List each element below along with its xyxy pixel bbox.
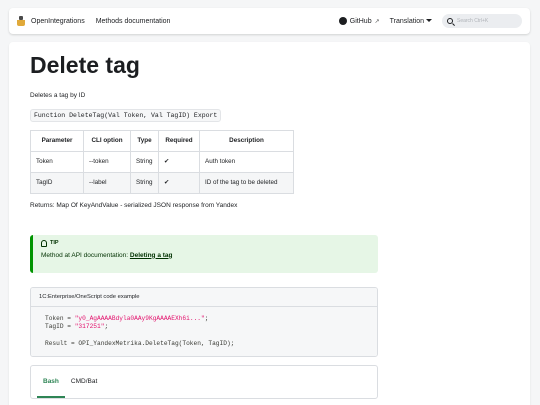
page-description: Deletes a tag by ID xyxy=(30,91,86,99)
table-header: Parameter xyxy=(30,129,84,152)
translation-dropdown[interactable]: Translation xyxy=(390,18,432,25)
table-cell: TagID xyxy=(30,171,84,194)
tab-bash[interactable]: Bash xyxy=(37,366,65,399)
code-punct: = xyxy=(63,322,75,330)
table-row: TagID --label String ✔ ID of the tag to … xyxy=(30,171,294,194)
search-icon xyxy=(447,18,453,24)
caret-down-icon xyxy=(426,19,432,23)
code-tagid-string: "317251" xyxy=(74,322,105,330)
table-row: Token --token String ✔ Auth token xyxy=(30,150,294,173)
table-header: Required xyxy=(158,129,200,152)
code-punct: ; xyxy=(204,314,209,322)
required-check: ✔ xyxy=(158,150,200,173)
main-content: Delete tag Deletes a tag by ID Function … xyxy=(9,42,530,405)
logo-icon xyxy=(17,16,25,26)
api-doc-link[interactable]: Deleting a tag xyxy=(130,252,173,259)
returns-text: Returns: Map Of KeyAndValue - serialized… xyxy=(30,201,238,209)
external-link-icon: ↗ xyxy=(374,18,380,25)
parameters-table: Parameter CLI option Type Required Descr… xyxy=(30,129,294,194)
code-example-block: 1C:Enterprise/OneScript code example Tok… xyxy=(30,286,378,358)
table-cell: Auth token xyxy=(199,150,294,173)
table-cell: Token xyxy=(30,150,84,173)
table-cell: --label xyxy=(83,171,131,194)
github-icon xyxy=(338,17,347,25)
search-input[interactable] xyxy=(457,18,517,24)
code-token-var: Token xyxy=(45,314,64,322)
table-cell: ID of the tag to be deleted xyxy=(199,171,294,194)
tip-admonition: TIP Method at API documentation: Deletin… xyxy=(30,234,378,273)
code-result-line: Result = OPI_YandexMetrika.DeleteTag(Tok… xyxy=(45,339,235,347)
brand-name: OpenIntegrations xyxy=(31,17,85,25)
code-punct: = xyxy=(63,314,75,322)
code-block-title: 1C:Enterprise/OneScript code example xyxy=(31,287,377,307)
table-header: Type xyxy=(130,129,159,152)
required-check: ✔ xyxy=(158,171,200,194)
code-punct: ; xyxy=(104,322,109,330)
table-cell: String xyxy=(130,150,159,173)
table-header: CLI option xyxy=(83,129,131,152)
lightbulb-icon xyxy=(41,239,47,247)
page-title: Delete tag xyxy=(30,52,140,78)
tab-cmd-bat[interactable]: CMD/Bat xyxy=(65,366,103,398)
brand-link[interactable]: OpenIntegrations xyxy=(17,16,85,26)
shell-tabs: Bash CMD/Bat xyxy=(30,365,378,400)
code-token-string: "y0_AgAAAABdyla0AAy9KgAAAAEXh6i..." xyxy=(74,314,205,322)
top-navbar: OpenIntegrations Methods documentation G… xyxy=(9,8,530,34)
table-cell: --token xyxy=(83,150,131,173)
github-link[interactable]: GitHub ↗ xyxy=(338,17,380,25)
code-tagid-var: TagID xyxy=(45,322,64,330)
github-label: GitHub xyxy=(349,17,372,25)
table-cell: String xyxy=(130,171,159,194)
search-box[interactable] xyxy=(442,14,522,28)
tip-text: Method at API documentation: xyxy=(41,251,130,259)
methods-documentation-link[interactable]: Methods documentation xyxy=(96,18,171,25)
tip-label: TIP xyxy=(50,240,59,247)
function-signature: Function DeleteTag(Val Token, Val TagID)… xyxy=(30,108,222,122)
table-header: Description xyxy=(199,129,294,152)
code-body[interactable]: Token = "y0_AgAAAABdyla0AAy9KgAAAAEXh6i.… xyxy=(31,306,377,357)
translation-label: Translation xyxy=(389,17,424,25)
